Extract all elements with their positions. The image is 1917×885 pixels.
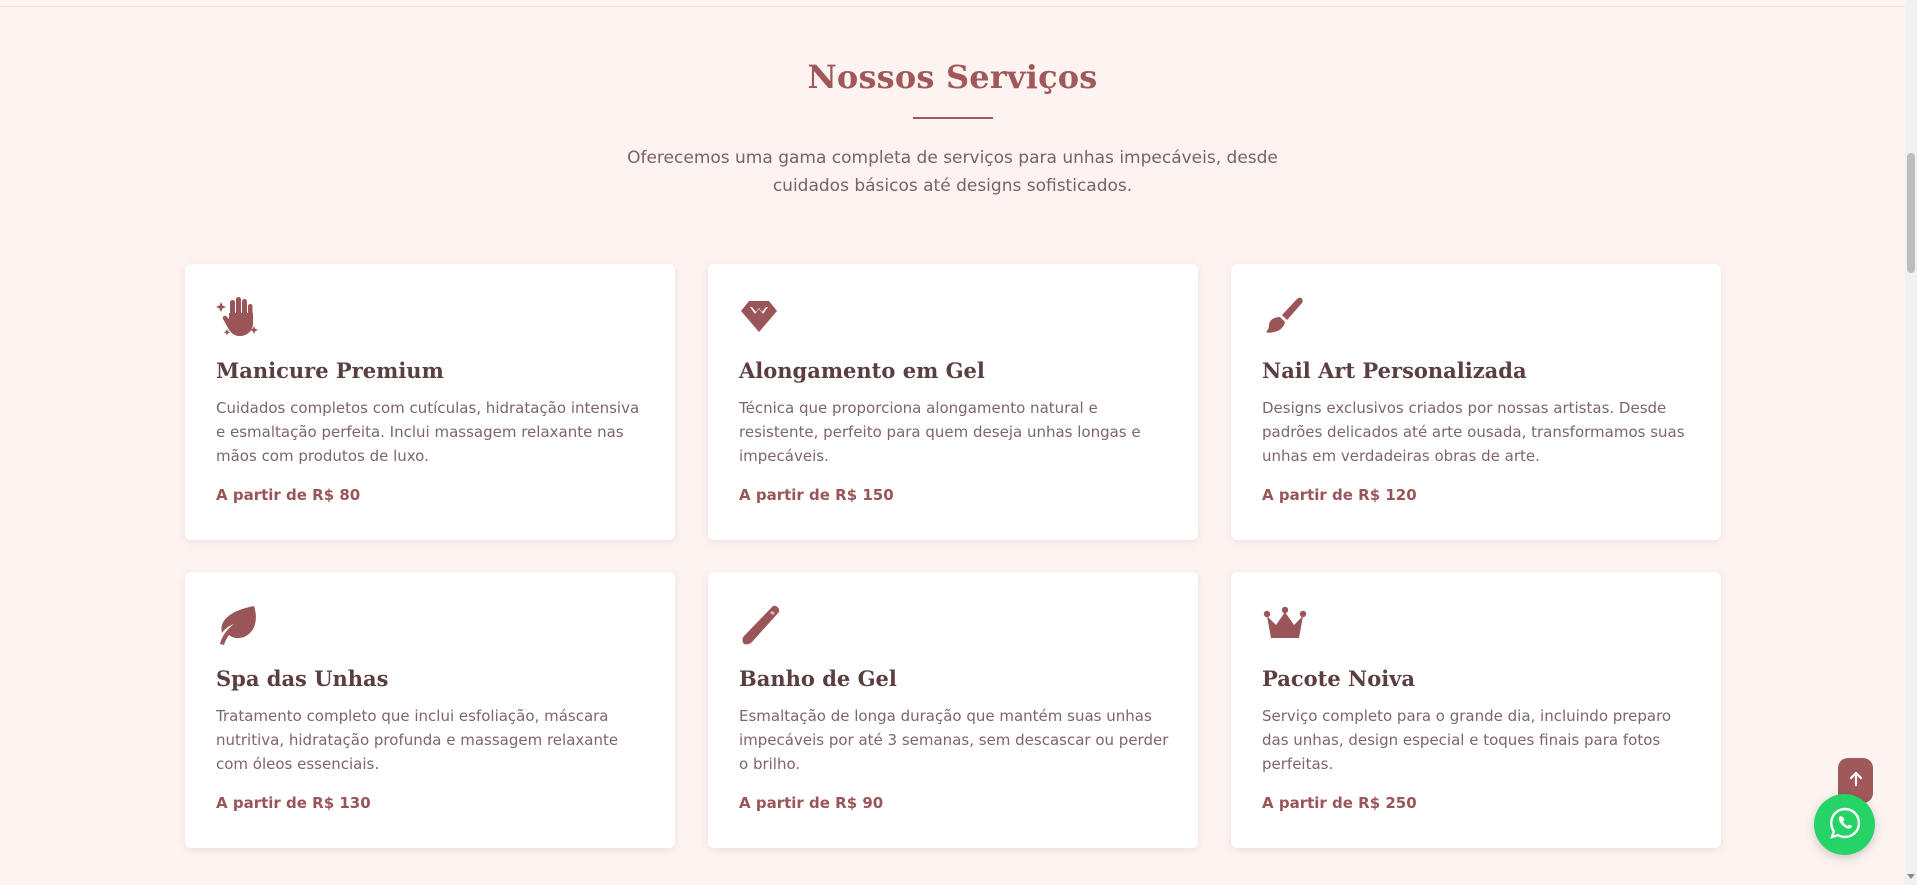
service-price: A partir de R$ 150 xyxy=(739,486,894,504)
service-card-alongamento-em-gel[interactable]: Alongamento em Gel Técnica que proporcio… xyxy=(708,264,1198,540)
gem-icon xyxy=(739,294,785,340)
service-title: Alongamento em Gel xyxy=(739,358,985,383)
service-price: A partir de R$ 120 xyxy=(1262,486,1417,504)
services-grid: Manicure Premium Cuidados completos com … xyxy=(185,264,1721,848)
service-card-spa-das-unhas[interactable]: Spa das Unhas Tratamento completo que in… xyxy=(185,572,675,848)
crown-icon xyxy=(1262,602,1308,648)
service-description: Tratamento completo que inclui esfoliaçã… xyxy=(216,707,619,773)
service-title: Manicure Premium xyxy=(216,358,444,383)
service-price: A partir de R$ 90 xyxy=(739,794,884,812)
whatsapp-icon xyxy=(1828,806,1862,844)
service-title: Nail Art Personalizada xyxy=(1262,358,1527,383)
page-scrollbar[interactable] xyxy=(1905,0,1917,885)
title-underline xyxy=(913,117,993,119)
whatsapp-button[interactable] xyxy=(1814,794,1875,855)
services-section: Nossos Serviços Oferecemos uma gama comp… xyxy=(0,0,1905,885)
service-description: Serviço completo para o grande dia, incl… xyxy=(1262,707,1672,773)
service-title: Pacote Noiva xyxy=(1262,666,1415,691)
section-title: Nossos Serviços xyxy=(807,58,1098,96)
nail-file-icon xyxy=(739,602,785,648)
service-description: Técnica que proporciona alongamento natu… xyxy=(739,399,1141,465)
service-card-manicure-premium[interactable]: Manicure Premium Cuidados completos com … xyxy=(185,264,675,540)
service-description: Designs exclusivos criados por nossas ar… xyxy=(1262,399,1685,465)
service-card-nail-art-personalizada[interactable]: Nail Art Personalizada Designs exclusivo… xyxy=(1231,264,1721,540)
service-title: Spa das Unhas xyxy=(216,666,389,691)
hand-sparkles-icon xyxy=(216,294,262,340)
service-price: A partir de R$ 130 xyxy=(216,794,371,812)
section-subtitle: Oferecemos uma gama completa de serviços… xyxy=(627,148,1278,196)
scrollbar-thumb[interactable] xyxy=(1907,153,1915,273)
service-price: A partir de R$ 80 xyxy=(216,486,361,504)
service-description: Esmaltação de longa duração que mantém s… xyxy=(739,707,1169,773)
service-title: Banho de Gel xyxy=(739,666,897,691)
service-description: Cuidados completos com cutículas, hidrat… xyxy=(216,399,640,465)
arrow-up-icon xyxy=(1848,771,1864,791)
scroll-down-arrow-icon[interactable] xyxy=(1907,874,1915,879)
service-price: A partir de R$ 250 xyxy=(1262,794,1417,812)
paintbrush-icon xyxy=(1262,294,1308,340)
service-card-pacote-noiva[interactable]: Pacote Noiva Serviço completo para o gra… xyxy=(1231,572,1721,848)
service-card-banho-de-gel[interactable]: Banho de Gel Esmaltação de longa duração… xyxy=(708,572,1198,848)
leaf-icon xyxy=(216,602,262,648)
